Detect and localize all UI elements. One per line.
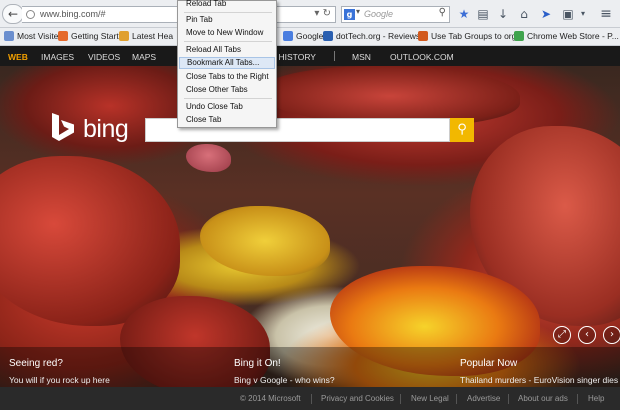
search-bar[interactable]: g ▾ Google ⚲ — [341, 6, 450, 23]
bookmarks-list-icon[interactable]: ▤ — [475, 6, 491, 22]
info-title-2[interactable]: Bing it On! — [234, 358, 281, 369]
reload-icon[interactable]: ↻ — [323, 8, 331, 19]
engine-dropdown-icon[interactable]: ▾ — [356, 7, 360, 16]
bookmark-favicon-icon — [4, 31, 14, 41]
bookmark-label: Chrome Web Store - P... — [527, 31, 619, 41]
nav-videos[interactable]: VIDEOS — [88, 52, 120, 62]
back-arrow-icon[interactable]: ← — [2, 4, 24, 24]
menu-item-bookmark-all-tabs[interactable]: Bookmark All Tabs... — [179, 57, 275, 69]
bookmark-favicon-icon — [323, 31, 333, 41]
next-arrow-icon[interactable]: › — [603, 326, 620, 344]
search-placeholder: Google — [364, 9, 394, 19]
previous-arrow-icon[interactable]: ‹ — [578, 326, 596, 344]
bookmark-favicon-icon — [119, 31, 129, 41]
menu-separator — [184, 98, 272, 99]
footer-privacy-link[interactable]: Privacy and Cookies — [321, 394, 394, 403]
addon-dropdown-icon[interactable]: ▾ — [575, 6, 591, 22]
menu-separator — [184, 41, 272, 42]
search-engine-icon[interactable]: g — [344, 9, 355, 20]
menu-item-close-tabs-right[interactable]: Close Tabs to the Right — [179, 71, 275, 83]
rock-shape — [260, 66, 520, 126]
bookmark-chrome-store[interactable]: Chrome Web Store - P... — [514, 31, 619, 41]
river-shape — [200, 206, 330, 276]
page-footer: © 2014 Microsoft Privacy and Cookies New… — [0, 387, 620, 410]
info-title-3[interactable]: Popular Now — [460, 358, 517, 369]
dropdown-arrow-icon[interactable]: ▾ — [314, 8, 319, 19]
globe-icon — [26, 10, 35, 19]
addon-icon[interactable]: ▣ — [560, 6, 576, 22]
copyright-text: © 2014 Microsoft — [240, 394, 301, 403]
nav-msn[interactable]: MSN — [352, 52, 371, 62]
home-icon[interactable]: ⌂ — [516, 6, 532, 22]
menu-icon[interactable]: ≡ — [598, 6, 614, 22]
bookmark-label: Google — [296, 31, 324, 41]
menu-item-close-other-tabs[interactable]: Close Other Tabs — [179, 84, 275, 96]
bookmark-most-visited[interactable]: Most Visited — [4, 31, 63, 41]
footer-divider — [311, 394, 312, 404]
bookmark-label: Use Tab Groups to org... — [431, 31, 524, 41]
info-subtitle-3[interactable]: Thailand murders - EuroVision singer die… — [460, 375, 618, 385]
footer-divider — [577, 394, 578, 404]
bookmark-favicon-icon — [514, 31, 524, 41]
bookmark-favicon-icon — [418, 31, 428, 41]
bookmark-dottech[interactable]: dotTech.org - Reviews... — [323, 31, 427, 41]
footer-legal-link[interactable]: New Legal — [411, 394, 449, 403]
footer-advertise-link[interactable]: Advertise — [467, 394, 500, 403]
bookmark-latest-headlines[interactable]: Latest Hea — [119, 31, 173, 41]
magnifier-icon[interactable]: ⚲ — [439, 7, 446, 18]
footer-ads-link[interactable]: About our ads — [518, 394, 568, 403]
menu-item-reload-all-tabs[interactable]: Reload All Tabs — [179, 44, 275, 56]
bookmark-label: Most Visited — [17, 31, 64, 41]
download-icon[interactable]: ↓ — [495, 6, 511, 22]
nav-images[interactable]: IMAGES — [41, 52, 74, 62]
menu-item-close-tab[interactable]: Close Tab — [179, 114, 275, 126]
bookmark-label: Latest Hea — [132, 31, 174, 41]
tab-context-menu: Reload Tab Pin Tab Move to New Window Re… — [177, 0, 277, 128]
browser-toolbar: ← www.bing.com/# ▾ ↻ g ▾ Google ⚲ ★ ▤ ↓ … — [0, 0, 620, 28]
search-button[interactable]: ⚲ — [450, 118, 474, 142]
info-title-1[interactable]: Seeing red? — [9, 358, 63, 369]
magnifier-icon: ⚲ — [457, 122, 467, 137]
bookmark-google[interactable]: Google — [283, 31, 323, 41]
menu-item-undo-close-tab[interactable]: Undo Close Tab — [179, 101, 275, 113]
nav-outlook[interactable]: OUTLOOK.COM — [390, 52, 454, 62]
bookmark-getting-started[interactable]: Getting Started — [58, 31, 128, 41]
bookmark-star-icon[interactable]: ★ — [456, 6, 472, 22]
menu-item-reload-tab[interactable]: Reload Tab — [179, 0, 275, 10]
url-text: www.bing.com/# — [40, 9, 106, 19]
bookmark-favicon-icon — [58, 31, 68, 41]
bookmark-tab-groups[interactable]: Use Tab Groups to org... — [418, 31, 523, 41]
menu-separator — [184, 12, 272, 13]
bookmarks-toolbar: Most Visited Getting Started Latest Hea … — [0, 28, 620, 46]
url-bar-icons: ▾ ↻ — [314, 8, 331, 19]
menu-item-move-to-new-window[interactable]: Move to New Window — [179, 27, 275, 39]
rock-shape — [186, 144, 231, 172]
info-subtitle-2[interactable]: Bing v Google - who wins? — [234, 375, 335, 385]
info-panel: Seeing red? You will if you rock up here… — [0, 347, 620, 387]
nav-web[interactable]: WEB — [8, 52, 28, 62]
footer-divider — [400, 394, 401, 404]
bing-nav: WEB IMAGES VIDEOS MAPS H HISTORY MSN OUT… — [0, 46, 620, 66]
footer-divider — [508, 394, 509, 404]
footer-help-link[interactable]: Help — [588, 394, 604, 403]
info-subtitle-1[interactable]: You will if you rock up here — [9, 375, 110, 385]
menu-item-pin-tab[interactable]: Pin Tab — [179, 14, 275, 26]
fullscreen-icon[interactable]: ⤢ — [553, 326, 571, 344]
bookmark-favicon-icon — [283, 31, 293, 41]
bookmark-label: dotTech.org - Reviews... — [336, 31, 428, 41]
bing-logo-icon — [52, 113, 74, 141]
nav-maps[interactable]: MAPS — [132, 52, 156, 62]
bing-wordmark: bing — [83, 115, 129, 143]
rocket-icon[interactable]: ➤ — [538, 6, 554, 22]
nav-divider — [334, 51, 335, 61]
footer-divider — [456, 394, 457, 404]
